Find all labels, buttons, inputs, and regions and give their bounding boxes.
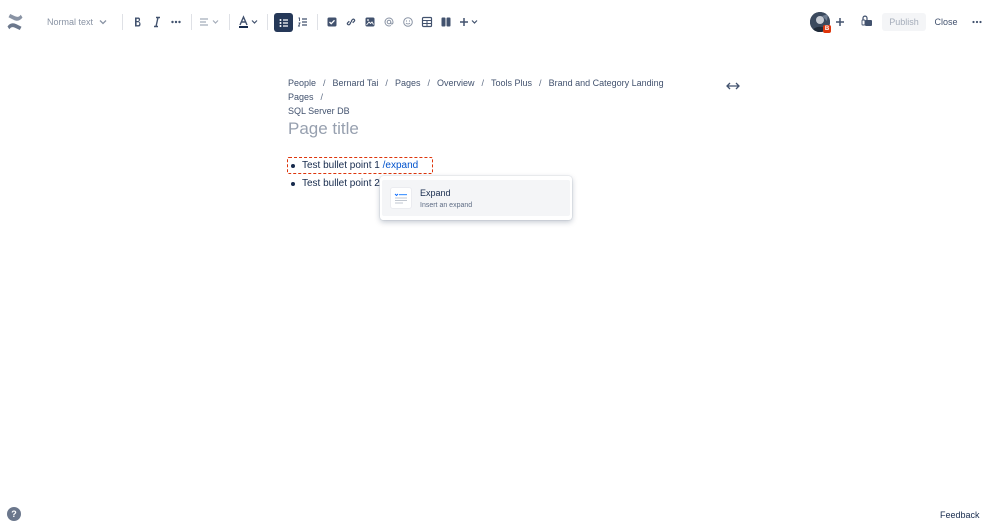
italic-button[interactable]	[148, 13, 166, 31]
toolbar-divider	[267, 14, 268, 30]
breadcrumb-separator: /	[323, 78, 326, 88]
menu-item-description: Insert an expand	[420, 202, 473, 209]
list-item-text: Test bullet point 2	[302, 178, 380, 189]
list-item[interactable]: Test bullet point 1 /expand	[288, 160, 418, 171]
breadcrumb-item[interactable]: Overview	[437, 78, 475, 88]
breadcrumb-separator: /	[539, 78, 542, 88]
breadcrumb-item[interactable]: Tools Plus	[491, 78, 532, 88]
chevron-down-icon	[98, 17, 108, 29]
bullet-icon	[291, 181, 295, 186]
confluence-logo-icon[interactable]	[6, 13, 24, 31]
breadcrumb-item[interactable]: Pages	[395, 78, 421, 88]
toolbar-divider	[122, 14, 123, 30]
editor-toolbar: Normal text B Publish Close	[0, 0, 999, 44]
insert-button[interactable]	[458, 13, 482, 31]
breadcrumb-separator: /	[320, 92, 324, 102]
menu-item-title: Expand	[420, 188, 451, 198]
bold-button[interactable]	[129, 13, 147, 31]
help-button[interactable]: ?	[7, 507, 21, 521]
breadcrumb-separator: /	[427, 78, 430, 88]
slash-command-text: /expand	[382, 160, 419, 171]
bullet-icon	[291, 163, 295, 168]
breadcrumb-separator: /	[385, 78, 388, 88]
menu-item-expand[interactable]: Expand Insert an expand	[382, 180, 570, 216]
list-item-text: Test bullet point 1	[302, 160, 380, 171]
toolbar-divider	[229, 14, 230, 30]
toolbar-divider	[317, 14, 318, 30]
expand-icon	[390, 187, 412, 209]
list-item[interactable]: Test bullet point 2	[288, 178, 380, 189]
table-button[interactable]	[418, 13, 436, 31]
feedback-link[interactable]: Feedback	[940, 510, 980, 520]
more-options-icon[interactable]	[969, 13, 985, 31]
image-button[interactable]	[361, 13, 379, 31]
close-button[interactable]: Close	[931, 13, 961, 31]
breadcrumb-item[interactable]: Bernard Tai	[333, 78, 379, 88]
page-title-input[interactable]: Page title	[288, 119, 359, 139]
emoji-button[interactable]	[399, 13, 417, 31]
text-align-button[interactable]	[197, 13, 223, 31]
bullet-list-button[interactable]	[274, 13, 293, 32]
slash-command-menu: Expand Insert an expand	[380, 176, 572, 220]
link-button[interactable]	[342, 13, 360, 31]
publish-button[interactable]: Publish	[882, 13, 926, 31]
breadcrumb: People / Bernard Tai / Pages / Overview / Tools …	[288, 76, 688, 118]
invite-icon[interactable]	[832, 13, 848, 31]
full-width-toggle-icon[interactable]	[726, 79, 740, 91]
toolbar-divider	[191, 14, 192, 30]
more-formatting-button[interactable]	[167, 13, 185, 31]
avatar-badge: B	[823, 25, 831, 33]
mention-button[interactable]	[380, 13, 398, 31]
text-style-dropdown[interactable]: Normal text	[40, 13, 110, 31]
breadcrumb-item[interactable]: People	[288, 78, 316, 88]
restrictions-lock-icon[interactable]	[860, 13, 874, 29]
action-item-button[interactable]	[323, 13, 341, 31]
text-style-value: Normal text	[47, 17, 94, 27]
numbered-list-button[interactable]	[294, 13, 312, 31]
breadcrumb-item[interactable]: SQL Server DB	[288, 106, 350, 116]
text-color-button[interactable]	[236, 13, 262, 31]
layouts-button[interactable]	[437, 13, 455, 31]
breadcrumb-separator: /	[481, 78, 485, 88]
